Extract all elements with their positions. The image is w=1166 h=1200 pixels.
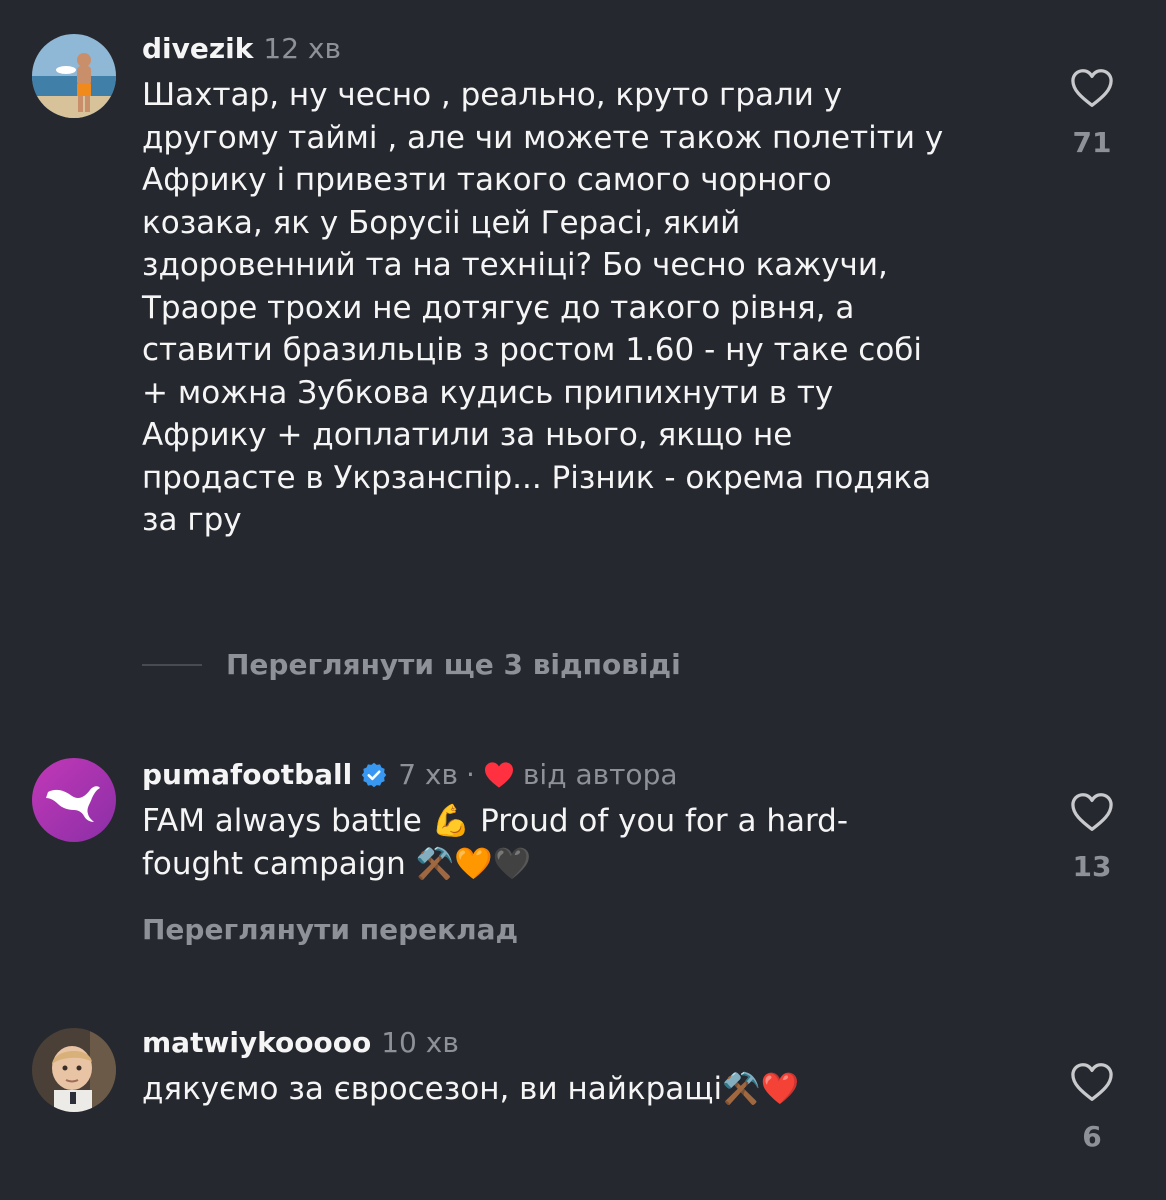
like-column-pumafootball: 13	[1052, 792, 1132, 883]
avatar-divezik[interactable]	[32, 34, 116, 118]
liked-by-author: від автора	[483, 758, 678, 792]
like-column-divezik: 71	[1052, 68, 1132, 159]
like-count: 71	[1072, 126, 1112, 159]
verified-badge-icon	[361, 762, 387, 788]
comment-header: pumafootball 7 хв · від автора	[142, 758, 1042, 792]
comment-username[interactable]: matwiykooooo	[142, 1026, 371, 1060]
comment-text: FAM always battle 💪 Proud of you for a h…	[142, 800, 1042, 885]
view-replies-row[interactable]: Переглянути ще 3 відповіді	[142, 648, 681, 681]
replies-divider	[142, 663, 202, 666]
view-translation-link[interactable]: Переглянути переклад	[142, 913, 1042, 946]
like-column-matwiykooooo: 6	[1052, 1062, 1132, 1153]
heart-outline-icon[interactable]	[1070, 1062, 1114, 1102]
like-count: 13	[1072, 850, 1112, 883]
comment-username[interactable]: pumafootball	[142, 758, 352, 792]
comment-pumafootball: pumafootball 7 хв · від автора FAM alway…	[142, 758, 1042, 946]
puma-logo-icon	[32, 758, 116, 842]
comment-divezik: divezik 12 хв Шахтар, ну чесно , реально…	[142, 32, 1042, 542]
comment-time: 7 хв	[398, 758, 459, 791]
comment-text-line: FAM always battle 💪 Proud of you for a h…	[142, 803, 849, 839]
view-replies-link[interactable]: Переглянути ще 3 відповіді	[226, 648, 681, 681]
header-separator: ·	[466, 758, 475, 791]
avatar-image	[32, 34, 116, 118]
comment-text-line: fought campaign ⚒️🧡🖤	[142, 845, 532, 882]
comment-text: дякуємо за євросезон, ви найкращі⚒️❤️	[142, 1071, 800, 1107]
comment-username[interactable]: divezik	[142, 32, 253, 66]
comment-time: 10 хв	[381, 1026, 459, 1059]
author-heart-icon	[484, 762, 513, 788]
comment-text: Шахтар, ну чесно , реально, круто грали …	[142, 77, 944, 538]
avatar-image	[32, 1028, 116, 1112]
author-like-label: від автора	[522, 758, 678, 791]
like-count: 6	[1082, 1120, 1102, 1153]
heart-outline-icon[interactable]	[1070, 792, 1114, 832]
comment-time: 12 хв	[263, 32, 342, 65]
comment-header: divezik 12 хв	[142, 32, 1042, 66]
avatar-pumafootball[interactable]	[32, 758, 116, 842]
comment-header: matwiykooooo 10 хв	[142, 1026, 1042, 1060]
avatar-matwiykooooo[interactable]	[32, 1028, 116, 1112]
comment-matwiykooooo: matwiykooooo 10 хв дякуємо за євросезон,…	[142, 1026, 1042, 1111]
heart-outline-icon[interactable]	[1070, 68, 1114, 108]
